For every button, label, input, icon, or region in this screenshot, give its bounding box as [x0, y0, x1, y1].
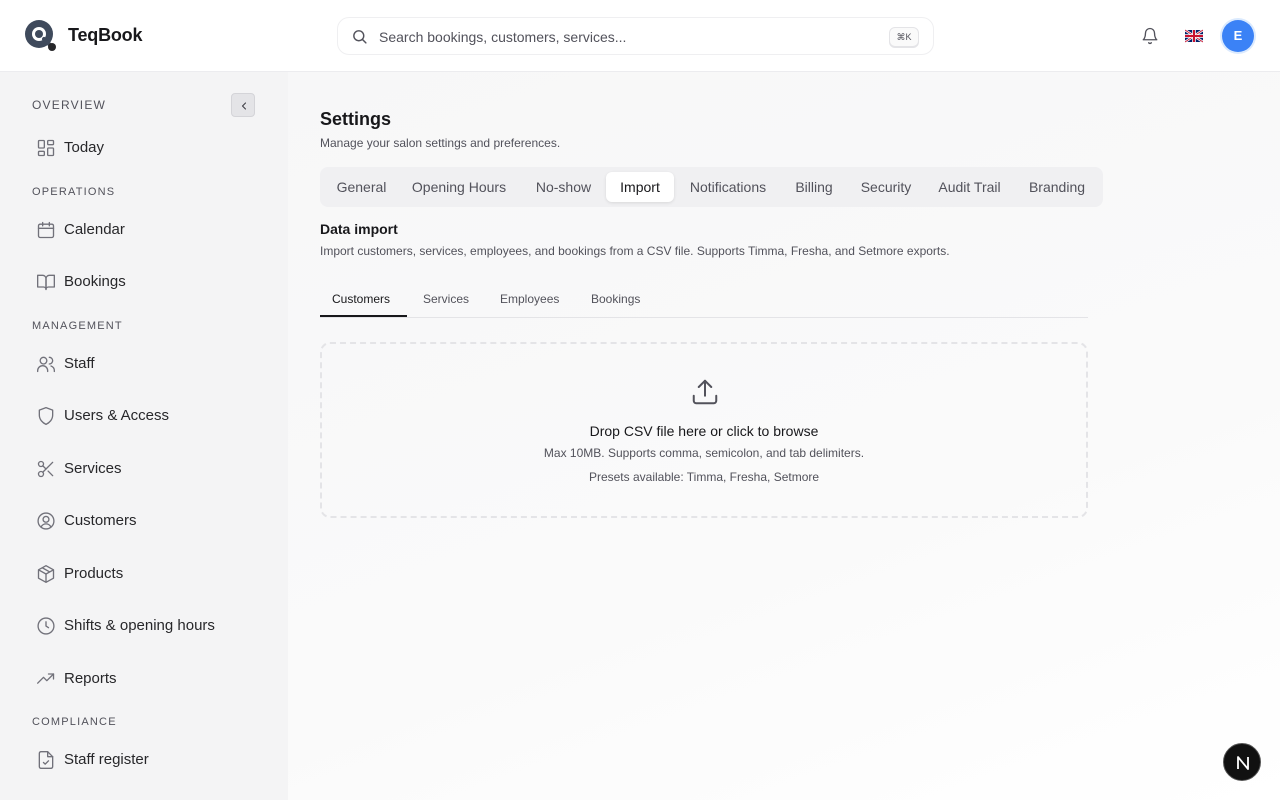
- top-header: TeqBook ⌘K E: [0, 0, 1280, 72]
- tab-branding[interactable]: Branding: [1016, 172, 1098, 202]
- section-description: Import customers, services, employees, a…: [320, 244, 950, 258]
- book-open-icon: [37, 274, 55, 291]
- sidebar-item-label: Staff register: [64, 751, 149, 768]
- section-label-operations: OPERATIONS: [32, 186, 116, 198]
- sidebar-item-calendar[interactable]: Calendar: [28, 212, 268, 248]
- dropzone-presets: Presets available: Timma, Fresha, Setmor…: [588, 470, 820, 484]
- upload-icon: [692, 379, 718, 405]
- sidebar-item-products[interactable]: Products: [28, 556, 268, 592]
- tab-audit-trail[interactable]: Audit Trail: [926, 172, 1013, 202]
- tab-general[interactable]: General: [326, 172, 397, 202]
- settings-tabs: General Opening Hours No-show Import Not…: [320, 167, 1103, 207]
- calendar-icon: [37, 221, 55, 239]
- section-title: Data import: [320, 221, 398, 237]
- scissors-icon: [37, 460, 54, 478]
- sidebar-item-bookings[interactable]: Bookings: [28, 264, 268, 300]
- section-label-management: MANAGEMENT: [32, 320, 123, 332]
- sidebar-item-label: Users & Access: [64, 407, 170, 424]
- tab-no-show[interactable]: No-show: [522, 172, 605, 202]
- trending-up-icon: [37, 673, 55, 684]
- uk-flag-icon[interactable]: [1185, 29, 1203, 43]
- sidebar-item-services[interactable]: Services: [28, 451, 268, 487]
- file-check-icon: [38, 751, 54, 769]
- sidebar-item-label: Bookings: [64, 273, 126, 290]
- n-logo-icon: [1237, 756, 1249, 770]
- page-title: Settings: [320, 109, 392, 129]
- search-icon: [353, 30, 367, 44]
- user-circle-icon: [37, 512, 55, 530]
- user-avatar[interactable]: E: [1222, 20, 1254, 52]
- sidebar-item-staff-register[interactable]: Staff register: [28, 742, 268, 778]
- chevron-left-icon: [241, 102, 247, 110]
- sidebar-item-label: Today: [64, 139, 105, 156]
- sidebar-item-label: Calendar: [64, 221, 125, 238]
- sidebar-item-label: Products: [64, 565, 124, 582]
- collapse-sidebar-button[interactable]: [231, 93, 255, 117]
- sidebar-item-users-access[interactable]: Users & Access: [28, 398, 268, 434]
- active-subtab-indicator: [320, 315, 407, 317]
- dashboard-icon: [37, 139, 55, 157]
- main-content: Settings Manage your salon settings and …: [288, 72, 1280, 800]
- brand-name[interactable]: TeqBook: [68, 25, 142, 46]
- section-label-compliance: COMPLIANCE: [32, 716, 117, 728]
- sidebar-item-shifts[interactable]: Shifts & opening hours: [28, 608, 268, 644]
- section-label-overview: OVERVIEW: [32, 98, 107, 112]
- teqbook-logo[interactable]: [24, 19, 58, 53]
- tab-security[interactable]: Security: [849, 172, 923, 202]
- dropzone-limits: Max 10MB. Supports comma, semicolon, and…: [543, 446, 865, 460]
- bell-icon[interactable]: [1141, 27, 1159, 45]
- page-subtitle: Manage your salon settings and preferenc…: [320, 136, 561, 150]
- tab-billing[interactable]: Billing: [783, 172, 845, 202]
- sidebar-item-reports[interactable]: Reports: [28, 661, 268, 697]
- sidebar-item-today[interactable]: Today: [28, 130, 268, 166]
- next-devtools-button[interactable]: [1223, 743, 1261, 781]
- tab-notifications[interactable]: Notifications: [677, 172, 779, 202]
- subtab-services[interactable]: Services: [423, 292, 469, 306]
- sidebar-item-label: Staff: [64, 355, 95, 372]
- sidebar-item-customers[interactable]: Customers: [28, 503, 268, 539]
- tab-opening-hours[interactable]: Opening Hours: [401, 172, 517, 202]
- sidebar-item-label: Reports: [64, 670, 117, 687]
- search-shortcut-badge: ⌘K: [889, 27, 919, 47]
- shield-icon: [38, 407, 54, 425]
- subtab-bookings[interactable]: Bookings: [591, 292, 640, 306]
- csv-dropzone[interactable]: Drop CSV file here or click to browse Ma…: [320, 342, 1088, 518]
- subtab-employees[interactable]: Employees: [500, 292, 559, 306]
- subtab-customers[interactable]: Customers: [332, 292, 390, 306]
- global-search[interactable]: ⌘K: [337, 17, 934, 55]
- search-input[interactable]: [379, 26, 859, 48]
- sidebar-item-label: Services: [64, 460, 122, 477]
- sidebar-item-label: Shifts & opening hours: [64, 617, 215, 634]
- sidebar-item-staff[interactable]: Staff: [28, 346, 268, 382]
- tab-import[interactable]: Import: [606, 172, 674, 202]
- users-icon: [37, 356, 55, 373]
- dropzone-title: Drop CSV file here or click to browse: [589, 423, 819, 439]
- sidebar: OVERVIEW Today OPERATIONS Calendar Booki…: [0, 72, 288, 800]
- package-icon: [37, 565, 55, 583]
- import-type-tabs: Customers Services Employees Bookings: [320, 281, 1088, 318]
- clock-icon: [37, 617, 55, 635]
- sidebar-item-label: Customers: [64, 512, 137, 529]
